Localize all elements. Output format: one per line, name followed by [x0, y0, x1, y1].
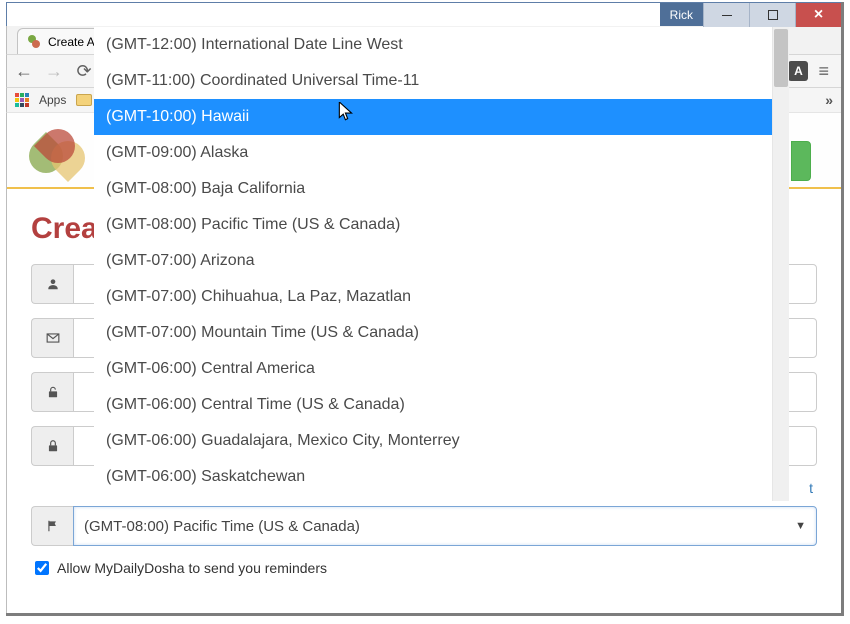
timezone-option[interactable]: (GMT-07:00) Arizona: [94, 243, 772, 279]
timezone-option[interactable]: (GMT-07:00) Mountain Time (US & Canada): [94, 315, 772, 351]
timezone-option[interactable]: (GMT-10:00) Hawaii: [94, 99, 772, 135]
back-button[interactable]: ←: [13, 60, 35, 82]
window-titlebar: Rick ×: [6, 2, 841, 26]
header-cta-button[interactable]: [791, 141, 811, 181]
lock-open-icon: [31, 372, 73, 412]
menu-icon[interactable]: ≡: [818, 61, 829, 82]
window-maximize-button[interactable]: [749, 3, 795, 27]
apps-label[interactable]: Apps: [39, 93, 66, 107]
dropdown-scroll-thumb[interactable]: [774, 29, 788, 87]
timezone-option[interactable]: (GMT-06:00) Central Time (US & Canada): [94, 387, 772, 423]
flag-icon: [31, 506, 73, 546]
tab-title: Create A: [48, 35, 95, 49]
tab-favicon: [26, 34, 42, 50]
timezone-option[interactable]: (GMT-08:00) Pacific Time (US & Canada): [94, 207, 772, 243]
timezone-option[interactable]: (GMT-05:00) Bogota, Lima, Quito, Rio Bra…: [94, 495, 772, 501]
timezone-row: (GMT-08:00) Pacific Time (US & Canada) ▼: [31, 506, 817, 546]
window-close-button[interactable]: ×: [795, 3, 841, 27]
timezone-option[interactable]: (GMT-08:00) Baja California: [94, 171, 772, 207]
person-icon: [31, 264, 73, 304]
timezone-option[interactable]: (GMT-12:00) International Date Line West: [94, 27, 772, 63]
reload-button[interactable]: ⟳: [73, 60, 95, 82]
window-minimize-button[interactable]: [703, 3, 749, 27]
timezone-option[interactable]: (GMT-06:00) Guadalajara, Mexico City, Mo…: [94, 423, 772, 459]
window-user-label: Rick: [660, 3, 703, 26]
lock-icon: [31, 426, 73, 466]
envelope-icon: [31, 318, 73, 358]
extension-icon[interactable]: A: [788, 61, 808, 81]
chevron-down-icon: ▼: [795, 520, 806, 532]
reminders-checkbox[interactable]: [35, 561, 49, 575]
timezone-option[interactable]: (GMT-09:00) Alaska: [94, 135, 772, 171]
app-frame: Rick × Create A ← → ⟳ A ≡ Apps »: [6, 2, 844, 616]
timezone-option[interactable]: (GMT-07:00) Chihuahua, La Paz, Mazatlan: [94, 279, 772, 315]
bookmarks-overflow-button[interactable]: »: [825, 92, 833, 108]
site-logo[interactable]: [27, 123, 87, 178]
dropdown-scrollbar[interactable]: [772, 27, 789, 501]
timezone-option[interactable]: (GMT-06:00) Saskatchewan: [94, 459, 772, 495]
timezone-option[interactable]: (GMT-11:00) Coordinated Universal Time-1…: [94, 63, 772, 99]
timezone-select-value: (GMT-08:00) Pacific Time (US & Canada): [84, 518, 360, 535]
timezone-select[interactable]: (GMT-08:00) Pacific Time (US & Canada) ▼: [73, 506, 817, 546]
apps-icon[interactable]: [15, 93, 29, 107]
timezone-option[interactable]: (GMT-06:00) Central America: [94, 351, 772, 387]
reminders-checkbox-row[interactable]: Allow MyDailyDosha to send you reminders: [35, 560, 813, 576]
forward-button[interactable]: →: [43, 60, 65, 82]
timezone-dropdown-list[interactable]: (GMT-12:00) International Date Line West…: [94, 27, 789, 501]
bookmark-folder-icon[interactable]: [76, 94, 92, 106]
reminders-label: Allow MyDailyDosha to send you reminders: [57, 560, 327, 576]
